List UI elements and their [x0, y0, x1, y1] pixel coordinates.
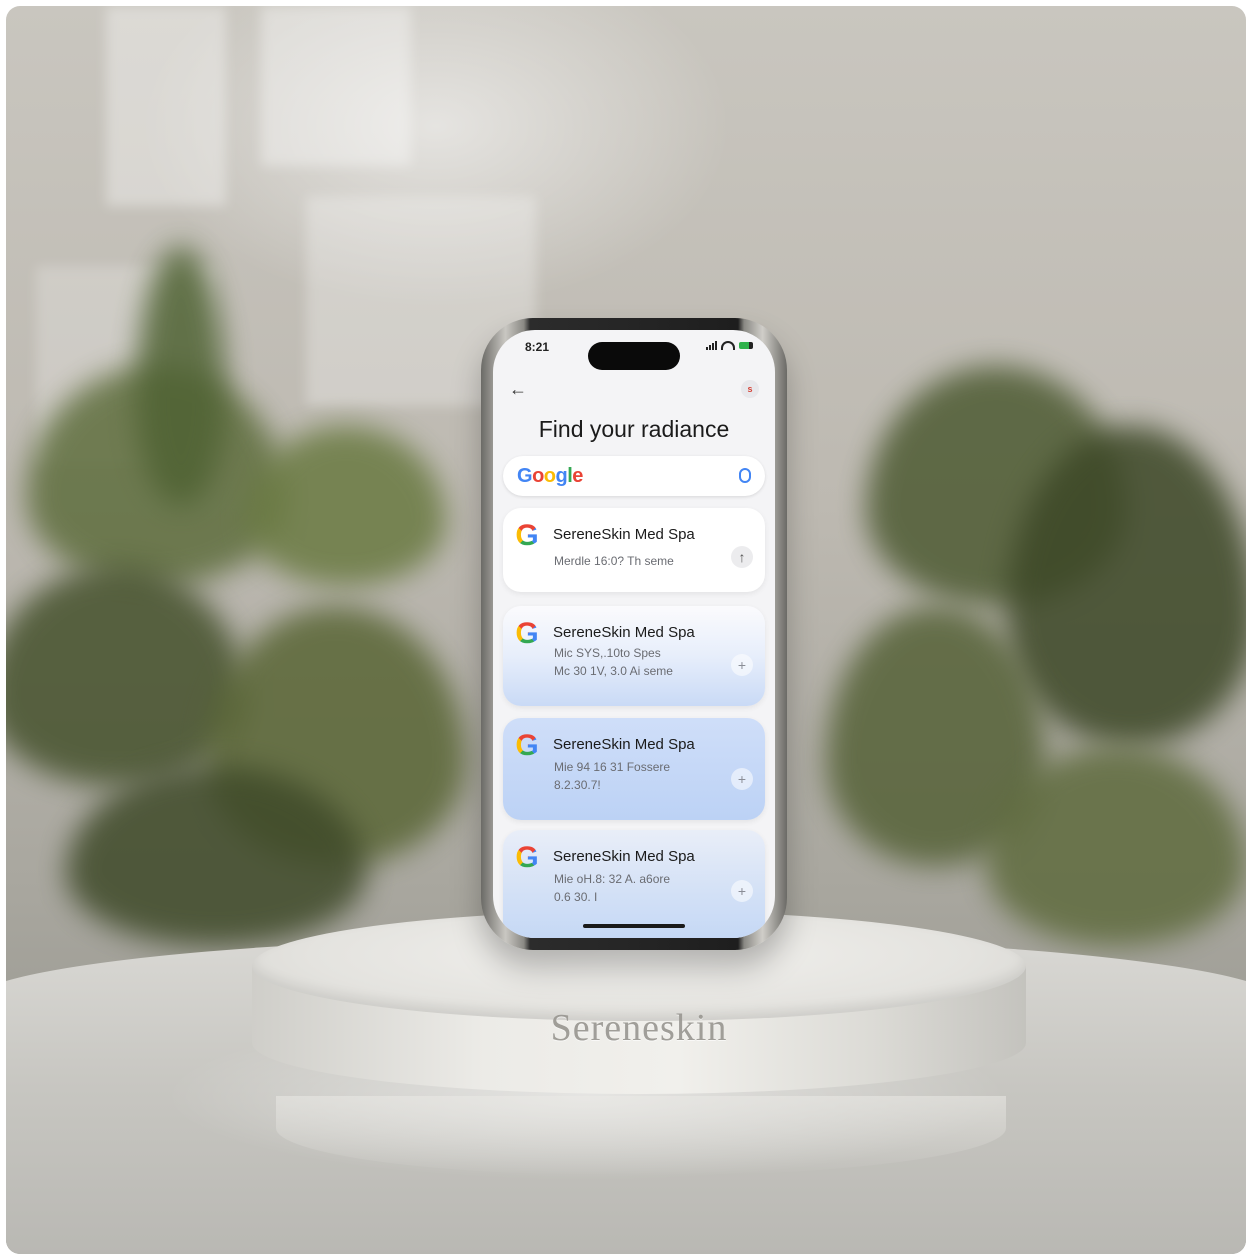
result-meta: Mie oH.8: 32 A. a6ore 0.6 30. I — [554, 872, 671, 904]
dynamic-island — [588, 342, 680, 370]
smartphone: 8:21 ← s Find your radiance Google G Ser… — [481, 318, 787, 950]
google-logo: Google — [517, 465, 583, 487]
status-time: 8:21 — [525, 340, 550, 354]
window-light-2 — [106, 6, 226, 206]
phone-screen: 8:21 ← s Find your radiance Google G Ser… — [493, 330, 775, 938]
arrow-up-icon[interactable]: ↑ — [731, 546, 753, 568]
result-name: SereneSkin Med Spa — [553, 848, 695, 865]
result-meta: Mic SYS,.10to Spes Mc 30 1V, 3.0 Ai seme — [554, 646, 673, 678]
mic-icon[interactable] — [739, 468, 751, 483]
google-search-bar[interactable]: Google — [503, 456, 765, 496]
result-name: SereneSkin Med Spa — [553, 736, 695, 753]
google-g-icon: G — [513, 521, 541, 551]
google-g-icon: G — [513, 843, 541, 873]
battery-icon — [739, 342, 753, 349]
result-name: SereneSkin Med Spa — [553, 624, 695, 641]
avatar-icon[interactable]: s — [741, 380, 759, 398]
result-card[interactable]: G SereneSkin Med Spa Merdle 16:0? Th sem… — [503, 508, 765, 592]
signal-icon — [706, 341, 717, 350]
google-g-icon: G — [513, 731, 541, 761]
google-g-icon: G — [513, 619, 541, 649]
wifi-icon — [721, 341, 735, 350]
status-icons — [706, 341, 753, 350]
result-card[interactable]: G SereneSkin Med Spa Mie oH.8: 32 A. a6o… — [503, 830, 765, 938]
window-light-1 — [261, 6, 411, 166]
plus-icon[interactable]: + — [731, 880, 753, 902]
result-card[interactable]: G SereneSkin Med Spa Mic SYS,.10to Spes … — [503, 606, 765, 706]
page-title: Find your radiance — [538, 416, 730, 442]
result-meta: Merdle 16:0? Th seme — [554, 554, 674, 568]
result-name: SereneSkin Med Spa — [553, 526, 695, 543]
result-card[interactable]: G SereneSkin Med Spa Mie 94 16 31 Fosser… — [503, 718, 765, 820]
home-indicator[interactable] — [583, 924, 685, 928]
pedestal-engraving: Sereneskin — [550, 1007, 728, 1049]
result-meta: Mie 94 16 31 Fossere 8.2.30.7! — [554, 760, 671, 792]
back-arrow-icon[interactable]: ← — [509, 380, 527, 398]
plus-icon[interactable]: + — [731, 768, 753, 790]
plus-icon[interactable]: + — [731, 654, 753, 676]
